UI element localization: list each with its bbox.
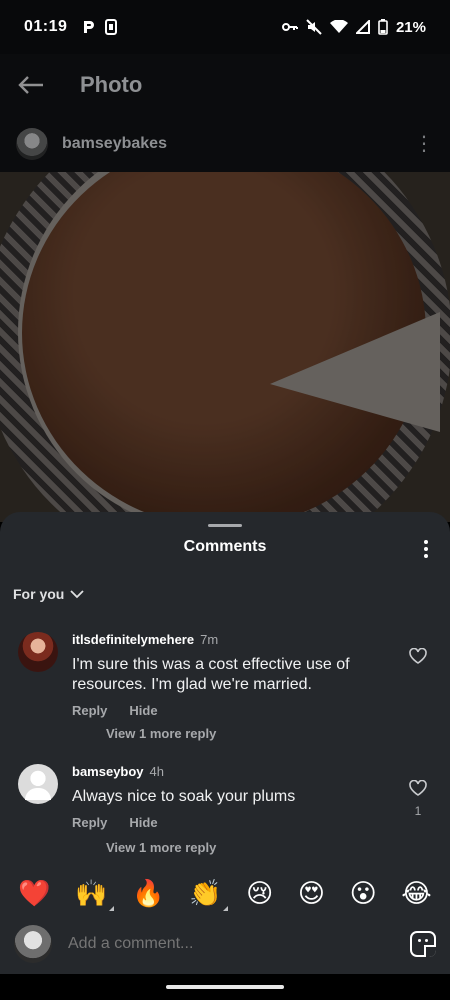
commenter-avatar[interactable]: [18, 632, 58, 672]
battery-icon: [378, 19, 388, 35]
post-more-icon[interactable]: ⋮: [414, 134, 434, 154]
status-right-icons: 21%: [281, 18, 426, 36]
like-heart-icon[interactable]: [408, 646, 428, 666]
wifi-icon: [329, 20, 348, 34]
comment-input-row: [0, 914, 450, 974]
home-gesture-pill[interactable]: [166, 985, 284, 989]
post-photo[interactable]: [0, 172, 450, 522]
comment-text: Always nice to soak your plums: [72, 788, 296, 805]
emoji-surprised[interactable]: 😮: [350, 881, 377, 907]
comments-filter-dropdown[interactable]: For you: [13, 586, 84, 602]
view-more-replies[interactable]: View 1 more reply: [106, 840, 216, 855]
system-nav-bar: [0, 974, 450, 1000]
comment-body: bamseyboy 4h Always nice to soak your pl…: [72, 764, 380, 830]
status-bar: 01:19 21%: [0, 0, 450, 54]
emoji-reaction-bar: ❤️ 🙌 🔥 👏 😢 😍 😮 😂: [0, 874, 450, 914]
hide-button[interactable]: Hide: [129, 815, 157, 830]
emoji-fire[interactable]: 🔥: [132, 881, 164, 907]
filter-label: For you: [13, 586, 65, 602]
key-icon: [281, 22, 298, 32]
post-author-avatar[interactable]: [16, 128, 48, 160]
comments-more-icon[interactable]: [420, 540, 432, 558]
like-count: 1: [414, 804, 422, 818]
comment-text: I'm sure this was a cost effective use o…: [72, 656, 350, 693]
comment-time: 4h: [149, 764, 165, 779]
emoji-raised-hands[interactable]: 🙌: [75, 881, 114, 911]
status-left-icons: [83, 19, 118, 35]
page-title: Photo: [80, 72, 143, 97]
signal-icon: [355, 20, 370, 34]
reply-button[interactable]: Reply: [72, 815, 107, 830]
comment-time: 7m: [200, 632, 219, 647]
commenter-avatar[interactable]: [18, 764, 58, 804]
current-user-avatar: [14, 925, 52, 963]
app-bar: Photo: [0, 54, 450, 116]
view-more-replies[interactable]: View 1 more reply: [106, 726, 216, 741]
emoji-heart[interactable]: ❤️: [18, 881, 50, 907]
mute-icon: [306, 19, 322, 35]
sticker-icon[interactable]: [410, 931, 436, 957]
comment-input[interactable]: [68, 935, 410, 953]
chevron-down-icon: [70, 589, 84, 599]
emoji-laughing[interactable]: 😂: [401, 881, 431, 907]
comment-username[interactable]: bamseyboy: [72, 764, 144, 779]
hide-button[interactable]: Hide: [129, 703, 157, 718]
status-time: 01:19: [24, 18, 68, 35]
back-arrow-icon[interactable]: [18, 72, 44, 98]
emoji-heart-eyes[interactable]: 😍: [298, 881, 325, 907]
p-icon: [83, 20, 95, 34]
comment-body: itlsdefinitelymehere 7m I'm sure this wa…: [72, 632, 380, 718]
emoji-clapping[interactable]: 👏: [189, 881, 228, 911]
comments-title: Comments: [183, 538, 267, 555]
battery-percent: 21%: [395, 18, 426, 36]
post-author-name[interactable]: bamseybakes: [62, 135, 167, 153]
like-heart-icon[interactable]: [408, 778, 428, 798]
reply-button[interactable]: Reply: [72, 703, 107, 718]
emoji-crying[interactable]: 😢: [246, 881, 273, 907]
comment-username[interactable]: itlsdefinitelymehere: [72, 632, 194, 647]
post-header: bamseybakes ⋮: [0, 116, 450, 172]
sim-icon: [105, 19, 118, 35]
sheet-drag-handle[interactable]: [208, 524, 242, 527]
